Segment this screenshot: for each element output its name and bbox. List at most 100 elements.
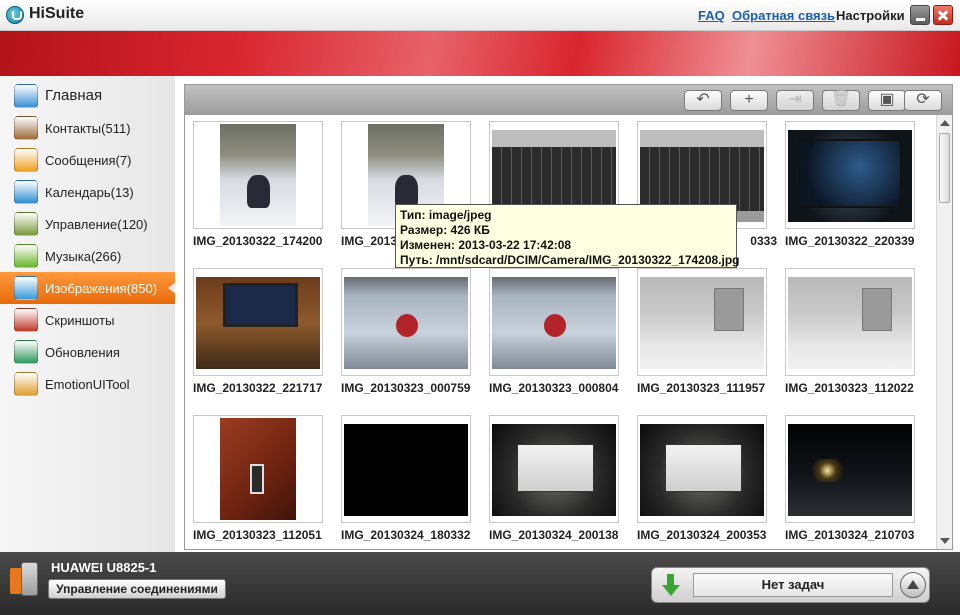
undo-button[interactable]: ↶ <box>684 90 722 111</box>
photo-thumbnail[interactable] <box>489 268 619 376</box>
sidebar-item-label: Сообщения(7) <box>45 153 132 168</box>
photo-thumbnail[interactable] <box>193 268 323 376</box>
photo-item[interactable]: IMG_20130324_200353 <box>629 415 777 549</box>
screenshot-icon <box>14 308 38 332</box>
photo-image <box>196 277 320 369</box>
photo-thumbnail[interactable] <box>785 121 915 229</box>
sidebar-item-apps[interactable]: Управление(120) <box>0 208 175 240</box>
delete-button[interactable]: 🗑 <box>822 90 860 111</box>
photo-thumbnail[interactable] <box>785 268 915 376</box>
photo-item[interactable]: IMG_20130323_111957 <box>629 268 777 408</box>
status-bar: HUAWEI U8825-1 Управление соединениями Н… <box>0 552 960 615</box>
tooltip-size: Размер: 426 КБ <box>400 223 490 237</box>
usb-phone-icon <box>10 562 40 606</box>
sidebar-item-contacts[interactable]: Контакты(511) <box>0 112 175 144</box>
photo-item[interactable]: IMG_20130324_200138 <box>481 415 629 549</box>
photo-filename: IMG_20130323_000759 <box>341 381 471 395</box>
header-banner <box>0 31 960 76</box>
sidebar-item-label: Управление(120) <box>45 217 148 232</box>
photo-thumbnail[interactable] <box>785 415 915 523</box>
photo-item[interactable]: IMG_20130323_000759 <box>333 268 481 408</box>
sidebar-item-messages[interactable]: Сообщения(7) <box>0 144 175 176</box>
feedback-link[interactable]: Обратная связь <box>732 8 835 23</box>
photo-item[interactable]: IMG_20130323_000804 <box>481 268 629 408</box>
gallery-toolbar: ↶ + ⇥ 🗑 ▣ ⟳ <box>185 85 952 115</box>
home-icon <box>14 84 38 108</box>
photo-item[interactable]: IMG_20130322_220339 <box>777 121 925 261</box>
faq-link[interactable]: FAQ <box>698 8 725 23</box>
photo-filename: IMG_20130323_111957 <box>637 381 766 395</box>
photo-thumbnail[interactable] <box>341 415 471 523</box>
task-status: Нет задач <box>693 573 893 597</box>
main-content: ↶ + ⇥ 🗑 ▣ ⟳ IMG_20130322_174200 IMG_2013 0333 IM… <box>175 76 960 552</box>
photo-thumbnail[interactable] <box>193 121 323 229</box>
sidebar-item-home[interactable]: Главная <box>0 80 175 112</box>
photo-thumbnail[interactable] <box>341 268 471 376</box>
scrollbar-thumb[interactable] <box>939 133 950 203</box>
photo-filename: IMG_20130323_112051 <box>193 528 322 542</box>
hisuite-logo-icon <box>6 6 24 24</box>
settings-menu[interactable]: Настройки <box>836 8 905 23</box>
vertical-scrollbar[interactable] <box>936 115 952 549</box>
sidebar-item-label: Скриншоты <box>45 313 115 328</box>
photo-filename: IMG_20130322_174200 <box>193 234 323 248</box>
sidebar-item-emotionui[interactable]: EmotionUITool <box>0 368 175 400</box>
messages-icon <box>14 148 38 172</box>
download-icon <box>662 574 680 598</box>
sidebar-item-label: Контакты(511) <box>45 121 131 136</box>
sidebar-item-label: EmotionUITool <box>45 377 130 392</box>
photo-filename: IMG_20130324_200353 <box>637 528 767 542</box>
photo-image <box>344 277 468 369</box>
photo-item[interactable]: IMG_20130323_112022 <box>777 268 925 408</box>
minimize-button[interactable] <box>910 5 930 25</box>
photo-image <box>788 424 912 516</box>
sidebar-item-label: Главная <box>45 87 103 104</box>
tooltip-modified: Изменен: 2013-03-22 17:42:08 <box>400 238 572 252</box>
manage-connections-button[interactable]: Управление соединениями <box>48 579 226 599</box>
photo-item[interactable]: IMG_20130322_174200 <box>185 121 333 261</box>
photo-filename: IMG_20130323_000804 <box>489 381 619 395</box>
photo-thumbnail[interactable] <box>193 415 323 523</box>
photo-item[interactable]: IMG_20130324_180332 <box>333 415 481 549</box>
photo-item[interactable]: IMG_20130324_210703 <box>777 415 925 549</box>
photo-image <box>640 424 764 516</box>
scroll-down-icon[interactable] <box>940 538 950 544</box>
photo-thumbnail[interactable] <box>637 415 767 523</box>
scroll-up-icon[interactable] <box>940 120 950 126</box>
photo-filename: IMG_20130324_180332 <box>341 528 471 542</box>
refresh-button[interactable]: ⟳ <box>904 90 942 111</box>
close-button[interactable] <box>933 5 953 25</box>
photo-thumbnail[interactable] <box>637 268 767 376</box>
photo-image <box>492 277 616 369</box>
photo-filename: IMG_20130323_112022 <box>785 381 914 395</box>
expand-tasks-button[interactable] <box>900 572 926 598</box>
photo-image <box>788 277 912 369</box>
export-button[interactable]: ⇥ <box>776 90 814 111</box>
sidebar-item-label: Музыка(266) <box>45 249 122 264</box>
photo-item[interactable]: IMG_20130323_112051 <box>185 415 333 549</box>
sidebar-item-label: Изображения(850) <box>45 281 158 296</box>
add-button[interactable]: + <box>730 90 768 111</box>
photo-info-tooltip: Тип: image/jpeg Размер: 426 КБ Изменен: … <box>395 204 740 268</box>
task-panel: Нет задач <box>651 567 930 603</box>
photo-image <box>788 130 912 222</box>
gallery-panel: ↶ + ⇥ 🗑 ▣ ⟳ IMG_20130322_174200 IMG_2013 0333 IM… <box>184 84 953 550</box>
title-bar: HiSuite FAQ Обратная связь Настройки <box>0 0 960 31</box>
photo-image <box>344 424 468 516</box>
photo-filename: IMG_20130324_200138 <box>489 528 619 542</box>
sidebar-item-update[interactable]: Обновления <box>0 336 175 368</box>
photo-image <box>220 124 296 226</box>
emotionui-icon <box>14 372 38 396</box>
photo-filename: IMG_20130324_210703 <box>785 528 915 542</box>
photo-item[interactable]: IMG_20130322_221717 <box>185 268 333 408</box>
sidebar-item-music[interactable]: Музыка(266) <box>0 240 175 272</box>
wallpaper-button[interactable]: ▣ <box>868 90 906 111</box>
sidebar-item-calendar[interactable]: Календарь(13) <box>0 176 175 208</box>
apps-icon <box>14 212 38 236</box>
sidebar-item-label: Обновления <box>45 345 120 360</box>
photo-thumbnail[interactable] <box>489 415 619 523</box>
images-icon <box>14 276 38 300</box>
sidebar-item-images[interactable]: Изображения(850) <box>0 272 176 304</box>
photo-filename: IMG_20130322_220339 <box>785 234 915 248</box>
sidebar-item-screenshot[interactable]: Скриншоты <box>0 304 175 336</box>
